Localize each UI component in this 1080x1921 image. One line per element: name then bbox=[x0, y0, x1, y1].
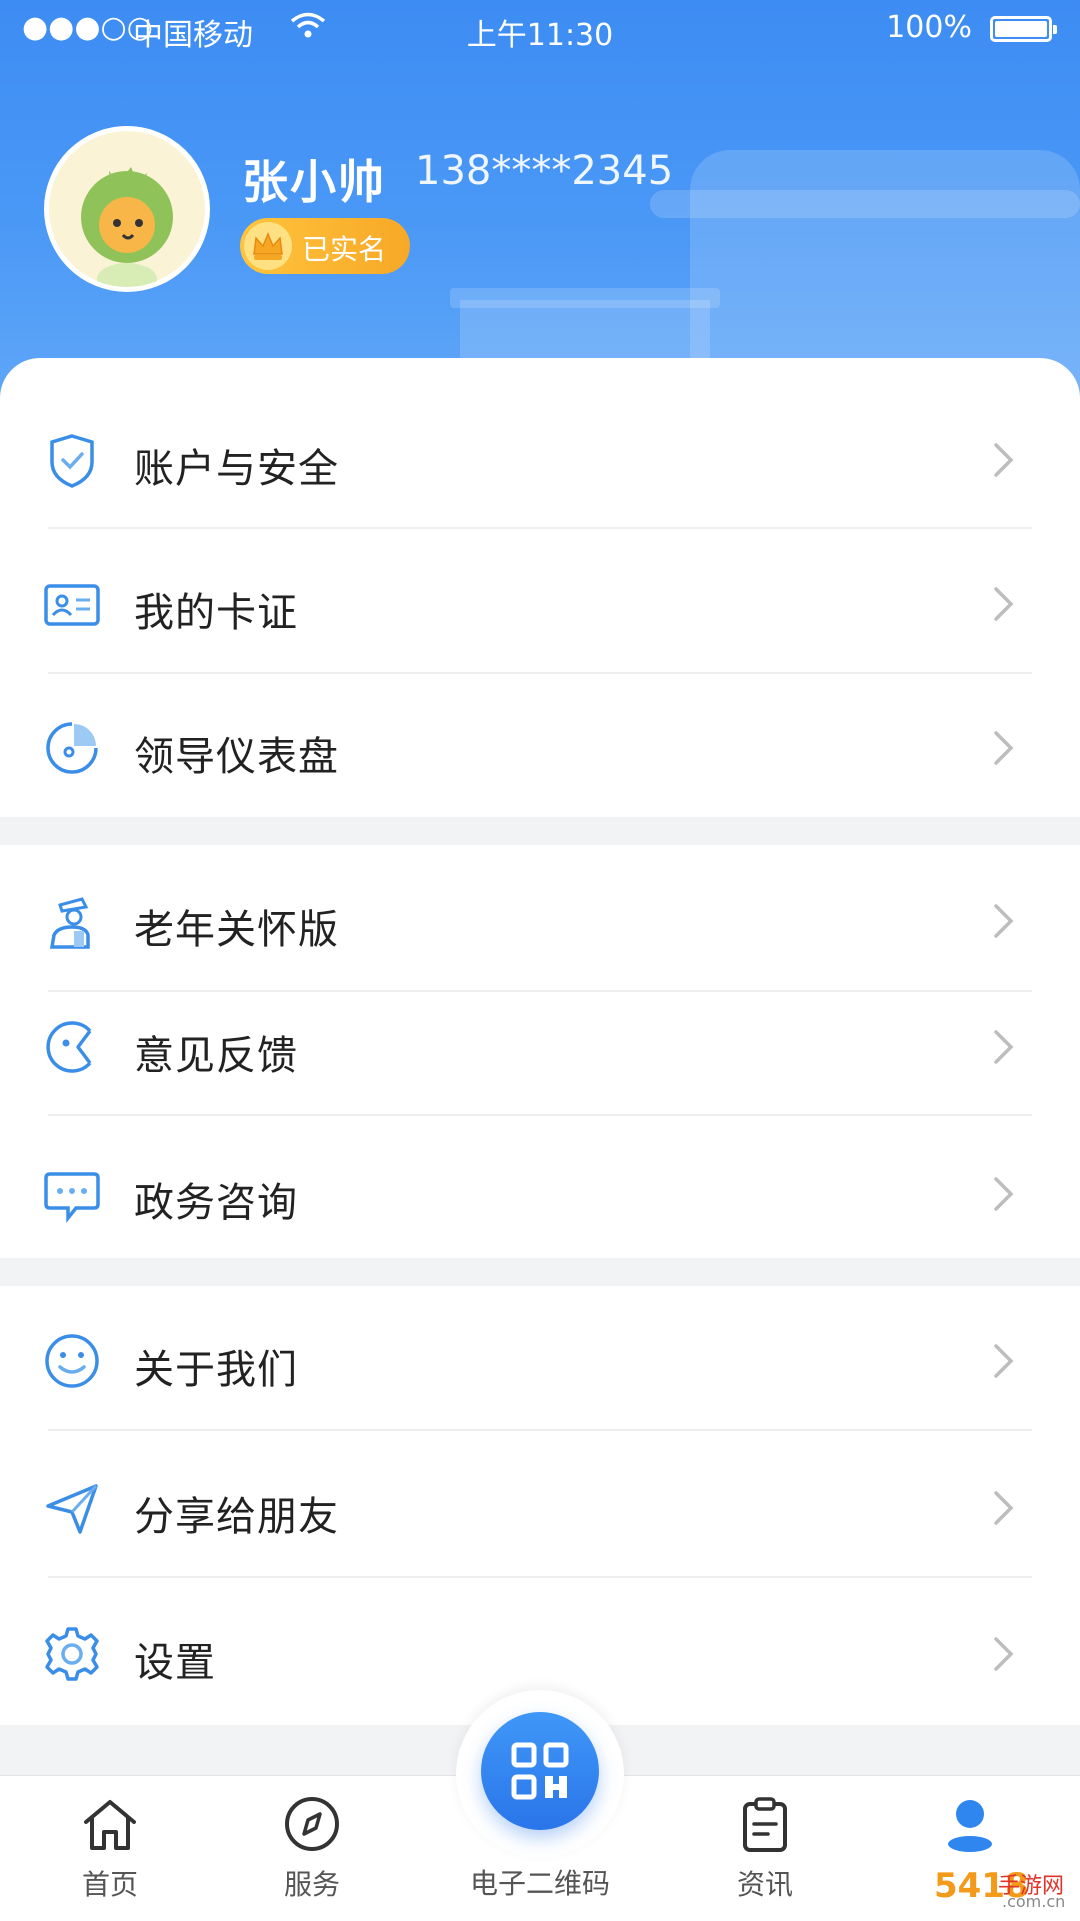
menu-item-gov-consult[interactable]: 政务咨询 bbox=[0, 1148, 1080, 1240]
battery-percent: 100% bbox=[886, 10, 972, 45]
verified-badge-label: 已实名 bbox=[302, 233, 387, 266]
menu-item-settings[interactable]: 设置 bbox=[0, 1608, 1080, 1700]
crown-icon bbox=[244, 222, 292, 270]
divider bbox=[48, 1114, 1032, 1116]
feedback-icon bbox=[42, 1017, 102, 1077]
menu-item-elder-care[interactable]: 老年关怀版 bbox=[0, 875, 1080, 967]
dashboard-pie-icon bbox=[42, 718, 102, 778]
chevron-right-icon bbox=[988, 1340, 1018, 1382]
menu-item-label: 意见反馈 bbox=[134, 1033, 298, 1079]
compass-icon bbox=[282, 1794, 342, 1854]
chevron-right-icon bbox=[988, 1633, 1018, 1675]
tab-service[interactable]: 服务 bbox=[242, 1776, 382, 1921]
chevron-right-icon bbox=[988, 439, 1018, 481]
qr-code-icon bbox=[511, 1742, 569, 1800]
send-icon bbox=[42, 1478, 102, 1538]
menu-item-account-security[interactable]: 账户与安全 bbox=[0, 414, 1080, 506]
menu-item-label: 账户与安全 bbox=[134, 446, 339, 492]
menu-item-share[interactable]: 分享给朋友 bbox=[0, 1462, 1080, 1554]
elder-person-icon bbox=[42, 891, 102, 951]
battery-icon bbox=[990, 16, 1057, 42]
chevron-right-icon bbox=[988, 1487, 1018, 1529]
tab-qrcode-label: 电子二维码 bbox=[469, 1867, 610, 1900]
chevron-right-icon bbox=[988, 900, 1018, 942]
divider bbox=[48, 990, 1032, 992]
menu-item-label: 设置 bbox=[134, 1640, 216, 1686]
group-separator bbox=[0, 817, 1080, 845]
menu-item-leader-dashboard[interactable]: 领导仪表盘 bbox=[0, 702, 1080, 794]
chevron-right-icon bbox=[988, 583, 1018, 625]
user-icon bbox=[940, 1794, 1000, 1854]
menu-item-label: 关于我们 bbox=[134, 1347, 298, 1393]
menu-item-label: 政务咨询 bbox=[134, 1180, 298, 1226]
group-separator bbox=[0, 1258, 1080, 1286]
clipboard-icon bbox=[735, 1794, 795, 1854]
home-icon bbox=[80, 1794, 140, 1854]
status-bar: ●●●○○ 中国移动 上午11:30 100% bbox=[0, 0, 1080, 60]
tab-news[interactable]: 资讯 bbox=[695, 1776, 835, 1921]
divider bbox=[48, 1429, 1032, 1431]
tab-home-label: 首页 bbox=[81, 1868, 138, 1901]
chevron-right-icon bbox=[988, 727, 1018, 769]
user-name: 张小帅 bbox=[242, 155, 386, 209]
menu-item-feedback[interactable]: 意见反馈 bbox=[0, 1001, 1080, 1093]
gear-icon bbox=[42, 1624, 102, 1684]
verified-badge: 已实名 bbox=[240, 218, 410, 274]
menu-item-label: 我的卡证 bbox=[134, 590, 298, 636]
watermark-domain: .com.cn bbox=[1002, 1892, 1066, 1911]
divider bbox=[48, 1576, 1032, 1578]
menu-item-my-cards[interactable]: 我的卡证 bbox=[0, 558, 1080, 650]
chevron-right-icon bbox=[988, 1173, 1018, 1215]
watermark-logo: 5418 手游网 .com.cn bbox=[928, 1862, 1080, 1918]
tab-service-label: 服务 bbox=[283, 1868, 340, 1901]
profile-header: ●●●○○ 中国移动 上午11:30 100% 张小帅 138****2345 … bbox=[0, 0, 1080, 400]
chevron-right-icon bbox=[988, 1026, 1018, 1068]
avatar[interactable] bbox=[44, 126, 210, 292]
header-background-illustration-house-roof bbox=[450, 288, 720, 308]
id-card-icon bbox=[42, 574, 102, 634]
chat-bubble-icon bbox=[42, 1164, 102, 1224]
menu-item-label: 老年关怀版 bbox=[134, 907, 339, 953]
tab-news-label: 资讯 bbox=[736, 1868, 793, 1901]
divider bbox=[48, 527, 1032, 529]
shield-check-icon bbox=[42, 430, 102, 490]
smile-icon bbox=[42, 1331, 102, 1391]
divider bbox=[48, 672, 1032, 674]
menu-item-label: 领导仪表盘 bbox=[134, 734, 339, 780]
tab-home[interactable]: 首页 bbox=[40, 1776, 180, 1921]
qr-code-button[interactable] bbox=[481, 1712, 599, 1830]
menu-item-label: 分享给朋友 bbox=[134, 1494, 339, 1540]
menu-item-about-us[interactable]: 关于我们 bbox=[0, 1315, 1080, 1407]
user-phone: 138****2345 bbox=[415, 148, 674, 194]
header-background-illustration-roof bbox=[650, 190, 1080, 218]
